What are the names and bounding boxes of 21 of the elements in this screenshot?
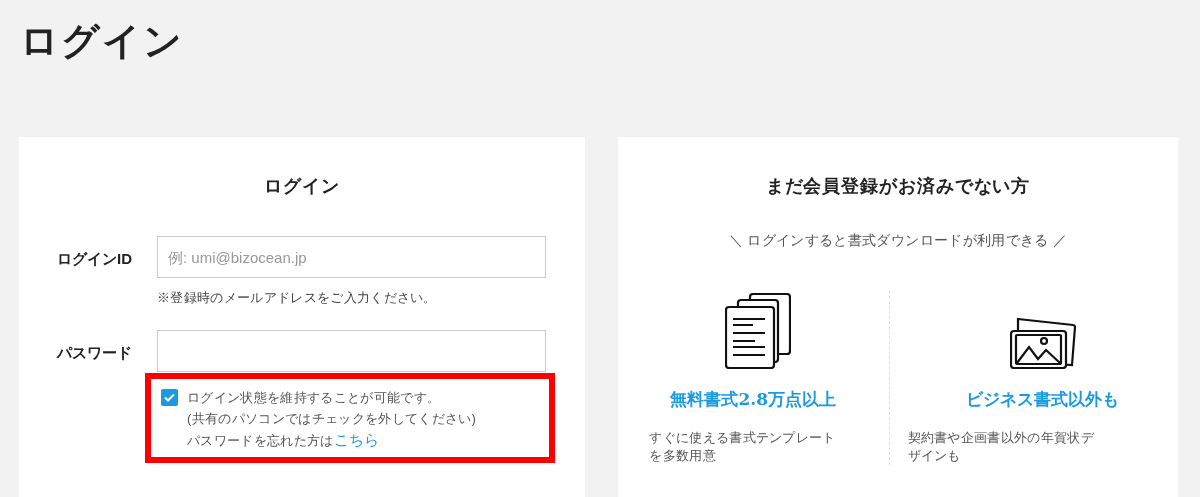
input-field[interactable]: 例: umi@bizocean.jp — [157, 236, 546, 278]
image-icon — [1009, 317, 1076, 369]
feature-title: 無料書式2.8万点以上 — [670, 388, 837, 411]
checkbox-note: (共有のパソコンではチェックを外してください) — [187, 409, 477, 428]
feature-description: 契約書や企画書以外の年賀状デ ザインも — [907, 428, 1095, 465]
field-hint: ※登録時のメールアドレスをご入力ください。 — [157, 289, 438, 307]
input-field[interactable] — [157, 329, 546, 372]
feature-description: すぐに使える書式テンプレート を多数用意 — [648, 428, 837, 465]
checkbox[interactable] — [161, 388, 178, 406]
check-icon — [164, 392, 175, 402]
card-heading: まだ会員登録がお済みでない方 — [765, 175, 1031, 198]
field-label: ログインID — [56, 249, 133, 269]
forgot-link[interactable]: こちら — [333, 428, 380, 450]
forgot-text: パスワードを忘れた方は — [187, 431, 334, 450]
field-label: パスワード — [55, 342, 133, 363]
tagline: ＼ ログインすると書式ダウンロードが利用できる ／ — [728, 231, 1068, 250]
card-heading: ログイン — [264, 175, 340, 198]
feature-title: ビジネス書式以外も — [966, 388, 1120, 411]
checkbox-label: ログイン状態を維持することが可能です。 — [187, 388, 442, 407]
documents-icon — [725, 293, 792, 369]
page-title: ログイン — [19, 17, 185, 65]
